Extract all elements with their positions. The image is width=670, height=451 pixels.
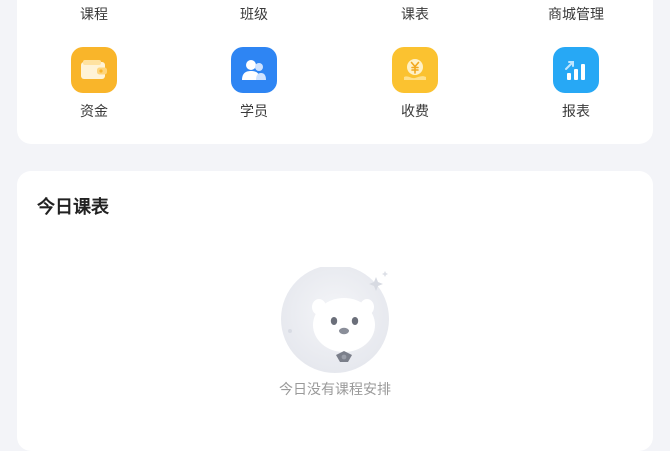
menu-item-label: 资金 <box>80 104 108 120</box>
menu-item-fees[interactable]: 收费 <box>355 47 475 121</box>
today-schedule-card: 今日课表 今日没有课程安排 <box>17 171 653 451</box>
menu-item-label: 商城管理 <box>548 7 604 23</box>
wallet-icon <box>71 47 117 93</box>
menu-item-label: 班级 <box>240 7 268 23</box>
menu-item-label: 学员 <box>240 104 268 120</box>
empty-state-text: 今日没有课程安排 <box>279 382 391 398</box>
empty-mascot-illustration <box>272 265 402 377</box>
menu-item-timetable[interactable]: 课表 <box>355 6 475 24</box>
menu-card: 课程 班级 课表 商城管理 资金 学员 收费 报表 <box>17 0 653 144</box>
menu-item-students[interactable]: 学员 <box>194 47 314 121</box>
yen-coin-icon <box>392 47 438 93</box>
menu-item-funds[interactable]: 资金 <box>34 47 154 121</box>
menu-item-label: 课程 <box>80 7 108 23</box>
menu-item-course[interactable]: 课程 <box>34 6 154 24</box>
menu-item-reports[interactable]: 报表 <box>516 47 636 121</box>
menu-item-label: 课表 <box>401 7 429 23</box>
menu-item-label: 报表 <box>562 104 590 120</box>
menu-item-class[interactable]: 班级 <box>194 6 314 24</box>
menu-item-mall-management[interactable]: 商城管理 <box>516 6 636 24</box>
section-title: 今日课表 <box>37 197 109 218</box>
menu-item-label: 收费 <box>401 104 429 120</box>
students-icon <box>231 47 277 93</box>
report-chart-icon <box>553 47 599 93</box>
